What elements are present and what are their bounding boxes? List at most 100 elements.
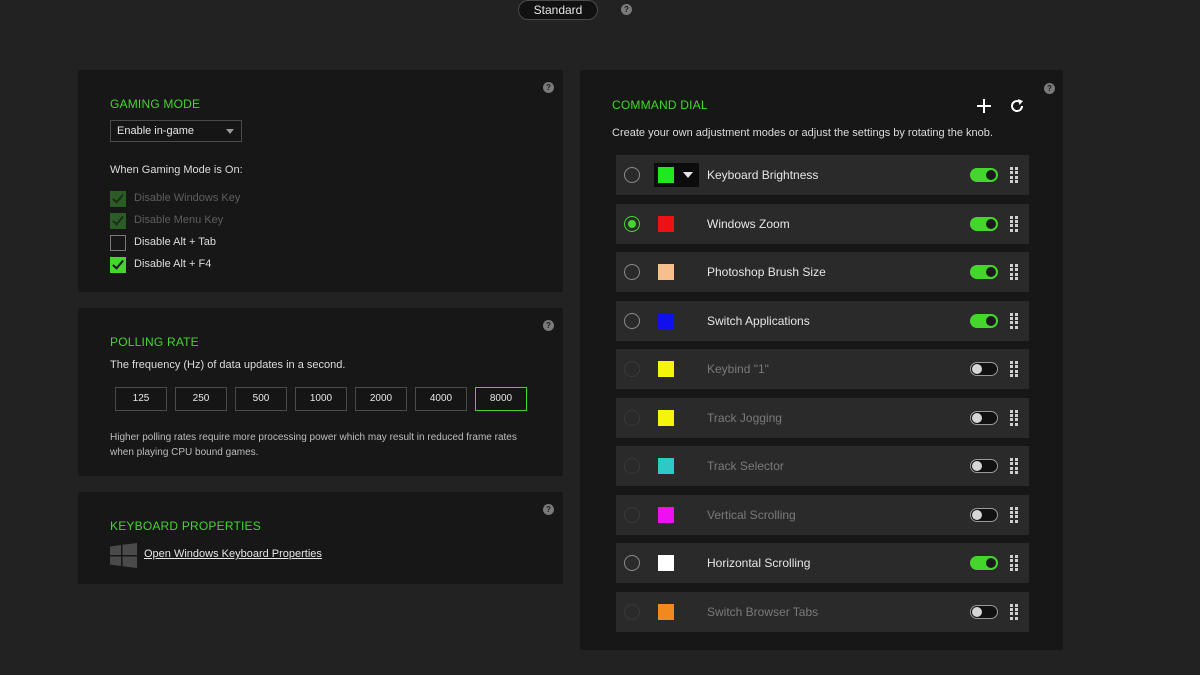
gaming-mode-select[interactable]: Enable in-game — [110, 120, 242, 142]
drag-handle-icon[interactable] — [1010, 264, 1018, 281]
command-dial-row[interactable]: Keybind "1" — [616, 349, 1029, 389]
color-swatch[interactable] — [658, 603, 674, 620]
command-dial-label: Track Jogging — [707, 410, 782, 425]
color-swatch[interactable] — [658, 458, 674, 474]
command-dial-row[interactable]: Track Jogging — [616, 397, 1029, 438]
enable-toggle[interactable] — [970, 265, 998, 279]
drag-handle-icon[interactable] — [1010, 409, 1018, 426]
chevron-down-icon — [226, 129, 234, 134]
enable-toggle[interactable] — [970, 604, 998, 619]
enable-toggle[interactable] — [970, 362, 998, 376]
command-dial-row[interactable]: Horizontal Scrolling — [616, 543, 1029, 583]
gaming-mode-option-label: Disable Windows Key — [134, 192, 241, 204]
command-dial-row[interactable]: Photoshop Brush Size — [616, 252, 1029, 292]
help-icon[interactable]: ? — [543, 504, 554, 515]
command-dial-label: Photoshop Brush Size — [707, 265, 826, 279]
color-swatch[interactable] — [658, 361, 674, 377]
command-dial-title: COMMAND DIAL — [612, 98, 708, 112]
command-dial-label: Switch Applications — [707, 313, 810, 328]
radio-button[interactable] — [624, 603, 640, 620]
drag-handle-icon[interactable] — [1010, 312, 1018, 329]
command-dial-label: Vertical Scrolling — [707, 507, 796, 522]
command-dial-row[interactable]: Keyboard Brightness — [616, 155, 1029, 195]
command-dial-row[interactable]: Windows Zoom — [616, 203, 1029, 244]
gaming-mode-panel: GAMING MODE ? Enable in-game When Gaming… — [78, 70, 563, 292]
command-dial-panel: COMMAND DIAL ? Create your own adjustmen… — [580, 70, 1063, 650]
enable-toggle[interactable] — [970, 556, 998, 570]
help-icon[interactable]: ? — [621, 4, 632, 15]
command-dial-label: Track Selector — [707, 459, 784, 473]
command-dial-row[interactable]: Track Selector — [616, 446, 1029, 486]
mode-selector[interactable]: Standard — [518, 0, 598, 20]
drag-handle-icon[interactable] — [1010, 361, 1018, 378]
enable-toggle[interactable] — [970, 313, 998, 328]
radio-button[interactable] — [624, 361, 640, 377]
checkbox — [110, 191, 126, 207]
drag-handle-icon[interactable] — [1010, 506, 1018, 523]
color-swatch[interactable] — [658, 312, 674, 329]
polling-rate-2000-button[interactable]: 2000 — [355, 387, 407, 411]
command-dial-label: Horizontal Scrolling — [707, 556, 811, 570]
radio-button[interactable] — [624, 167, 640, 183]
radio-button[interactable] — [624, 264, 640, 280]
drag-handle-icon[interactable] — [1010, 167, 1018, 184]
polling-rate-500-button[interactable]: 500 — [235, 387, 287, 411]
polling-rate-description: The frequency (Hz) of data updates in a … — [110, 359, 346, 371]
radio-button[interactable] — [624, 409, 640, 426]
gaming-mode-option-label: Disable Menu Key — [134, 214, 224, 226]
keyboard-properties-panel: KEYBOARD PROPERTIES ? Open Windows Keybo… — [78, 492, 563, 584]
color-swatch[interactable] — [658, 167, 674, 183]
refresh-icon[interactable] — [1009, 98, 1025, 114]
radio-button[interactable] — [624, 215, 640, 232]
polling-rate-8000-button[interactable]: 8000 — [475, 387, 527, 411]
open-keyboard-properties-link[interactable]: Open Windows Keyboard Properties — [144, 548, 322, 560]
command-dial-row[interactable]: Switch Browser Tabs — [616, 591, 1029, 632]
radio-button[interactable] — [624, 506, 640, 523]
command-dial-description: Create your own adjustment modes or adju… — [612, 127, 993, 139]
radio-button[interactable] — [624, 555, 640, 571]
enable-toggle[interactable] — [970, 168, 998, 182]
radio-button[interactable] — [624, 458, 640, 474]
polling-rate-title: POLLING RATE — [110, 335, 199, 349]
help-icon[interactable]: ? — [543, 320, 554, 331]
check-icon — [112, 213, 124, 226]
command-dial-label: Switch Browser Tabs — [707, 604, 819, 619]
gaming-mode-when-on-label: When Gaming Mode is On: — [110, 164, 243, 176]
drag-handle-icon[interactable] — [1010, 603, 1018, 620]
color-swatch[interactable] — [658, 215, 674, 232]
gaming-mode-select-value: Enable in-game — [117, 125, 195, 137]
help-icon[interactable]: ? — [543, 82, 554, 93]
drag-handle-icon[interactable] — [1010, 215, 1018, 232]
radio-button[interactable] — [624, 312, 640, 329]
polling-rate-250-button[interactable]: 250 — [175, 387, 227, 411]
polling-rate-note: Higher polling rates require more proces… — [110, 432, 517, 458]
drag-handle-icon[interactable] — [1010, 458, 1018, 475]
enable-toggle[interactable] — [970, 410, 998, 425]
gaming-mode-title: GAMING MODE — [110, 97, 201, 111]
checkbox[interactable] — [110, 235, 126, 251]
command-dial-row[interactable]: Switch Applications — [616, 300, 1029, 341]
chevron-down-icon — [683, 172, 693, 178]
color-swatch[interactable] — [658, 264, 674, 280]
plus-icon[interactable] — [976, 98, 992, 114]
windows-logo-icon — [110, 543, 137, 568]
checkbox[interactable] — [110, 257, 126, 273]
drag-handle-icon[interactable] — [1010, 555, 1018, 572]
color-swatch[interactable] — [658, 409, 674, 426]
check-icon — [112, 257, 124, 270]
enable-toggle[interactable] — [970, 459, 998, 473]
command-dial-row[interactable]: Vertical Scrolling — [616, 494, 1029, 535]
checkbox — [110, 213, 126, 229]
command-dial-label: Windows Zoom — [707, 216, 790, 231]
gaming-mode-option-label: Disable Alt + F4 — [134, 258, 212, 270]
gaming-mode-option-label: Disable Alt + Tab — [134, 236, 217, 248]
polling-rate-4000-button[interactable]: 4000 — [415, 387, 467, 411]
enable-toggle[interactable] — [970, 216, 998, 231]
help-icon[interactable]: ? — [1044, 83, 1055, 94]
color-swatch[interactable] — [658, 555, 674, 571]
polling-rate-panel: POLLING RATE ? The frequency (Hz) of dat… — [78, 308, 563, 476]
polling-rate-125-button[interactable]: 125 — [115, 387, 167, 411]
enable-toggle[interactable] — [970, 507, 998, 522]
polling-rate-1000-button[interactable]: 1000 — [295, 387, 347, 411]
color-swatch[interactable] — [658, 506, 674, 523]
